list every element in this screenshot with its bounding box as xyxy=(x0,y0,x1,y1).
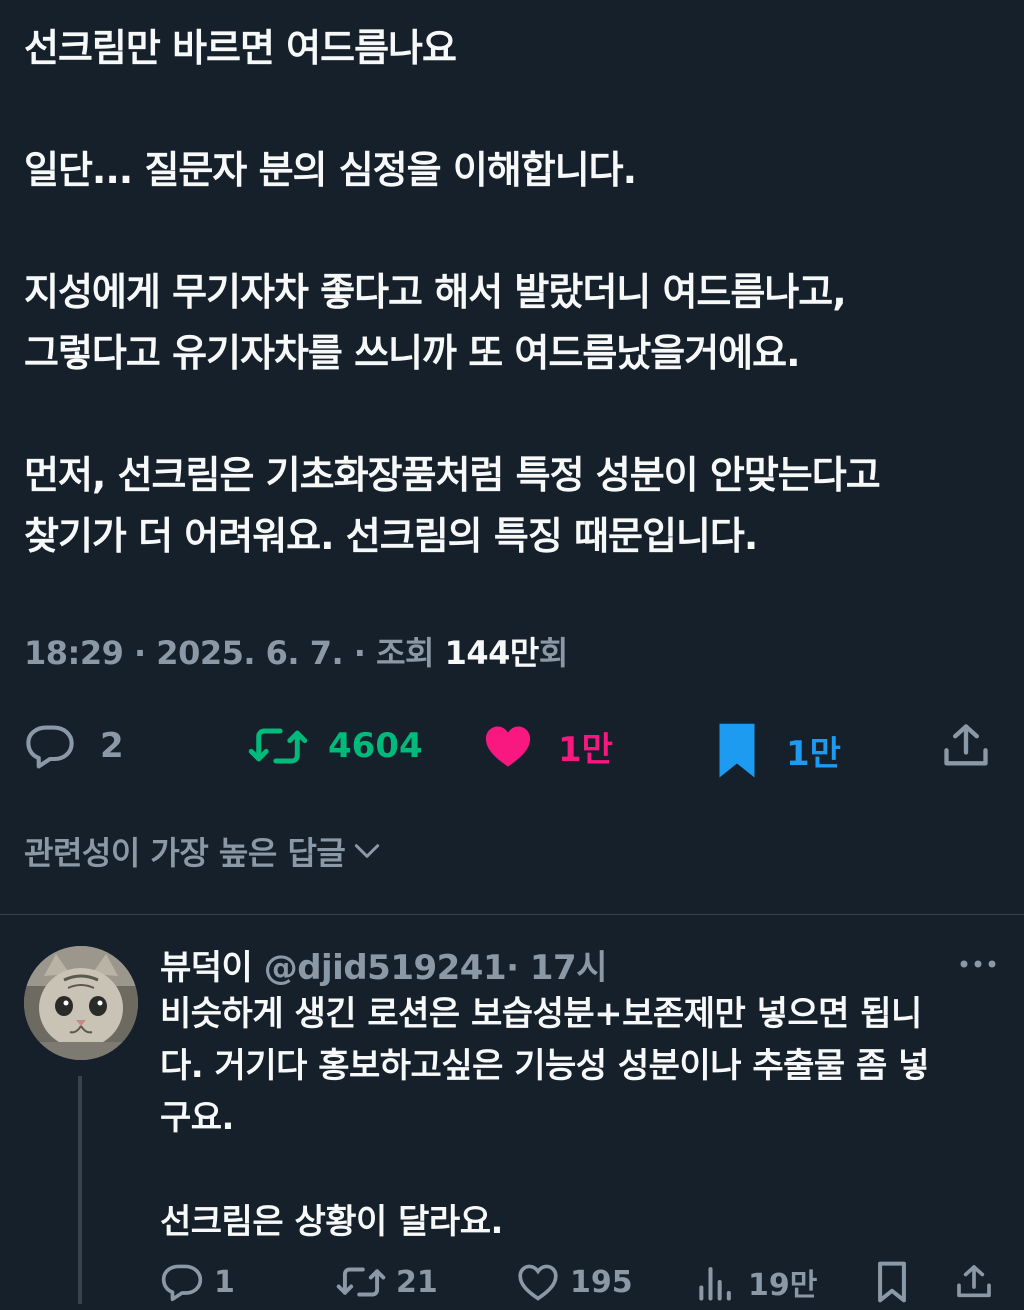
post-line: 먼저, 선크림은 기초화장품처럼 특정 성분이 안맞는다고 xyxy=(24,453,881,497)
reply-views-button[interactable]: 19만 xyxy=(694,1260,817,1304)
bookmark-button[interactable]: 1만 xyxy=(712,720,841,780)
share-button[interactable] xyxy=(940,720,992,772)
reply-action-bar: 1 21 195 19만 xyxy=(0,1260,1024,1310)
like-button[interactable]: 1만 xyxy=(482,720,613,772)
reply-reply-count: 1 xyxy=(214,1264,235,1300)
post-line: 선크림만 바르면 여드름나요 xyxy=(24,26,457,70)
reply-views-count: 19만 xyxy=(748,1268,818,1303)
post-action-bar: 2 4604 1만 1만 xyxy=(0,712,1024,782)
reply-button[interactable]: 2 xyxy=(24,720,124,772)
reply-header: 뷰덕이 @djid519241· 17시 xyxy=(160,940,607,989)
post-paragraph: 일단... 질문자 분의 심정을 이해합니다. xyxy=(24,140,1004,201)
chevron-down-icon xyxy=(355,844,380,858)
reply-retweet-button[interactable]: 21 xyxy=(336,1260,438,1304)
reply-retweet-count: 21 xyxy=(396,1264,438,1300)
reply-share-button[interactable] xyxy=(954,1260,994,1304)
post-paragraph: 먼저, 선크림은 기초화장품처럼 특정 성분이 안맞는다고 찾기가 더 어려워요… xyxy=(24,445,1004,567)
reply-line: 구요. xyxy=(160,1098,234,1138)
reply-count: 2 xyxy=(100,726,124,766)
cat-avatar-image xyxy=(24,946,138,1060)
reply-like-button[interactable]: 195 xyxy=(516,1260,633,1304)
post-timestamp[interactable]: 18:29 · 2025. 6. 7. · 조회 xyxy=(24,634,445,672)
avatar[interactable] xyxy=(24,946,138,1060)
view-suffix: 회 xyxy=(538,634,568,672)
reply-body: 비슷하게 생긴 로션은 보습성분+보존제만 넣으면 됩니 다. 거기다 홍보하고… xyxy=(160,988,990,1248)
reply-bookmark-button[interactable] xyxy=(872,1260,912,1304)
reply-sort-selector[interactable]: 관련성이 가장 높은 답글 xyxy=(24,828,383,874)
post-line: 일단... 질문자 분의 심정을 이해합니다. xyxy=(24,148,637,192)
bookmark-outline-icon xyxy=(878,1261,906,1303)
reply-line: 비슷하게 생긴 로션은 보습성분+보존제만 넣으면 됩니 xyxy=(160,994,922,1034)
reply-like-count: 195 xyxy=(570,1264,633,1300)
reply-time[interactable]: · 17시 xyxy=(506,948,607,988)
share-icon xyxy=(957,1265,991,1298)
heart-outline-icon xyxy=(518,1264,558,1301)
retweet-button[interactable]: 4604 xyxy=(248,720,423,772)
reply-icon xyxy=(161,1264,203,1302)
divider xyxy=(0,914,1024,915)
bookmark-icon xyxy=(719,723,755,778)
reply-display-name[interactable]: 뷰덕이 xyxy=(160,948,253,988)
post-line: 찾기가 더 어려워요. 선크림의 특징 때문입니다. xyxy=(24,514,758,558)
view-count: 144만 xyxy=(444,634,540,672)
reply-reply-button[interactable]: 1 xyxy=(160,1260,235,1304)
reply-line: 다. 거기다 홍보하고싶은 기능성 성분이나 추출물 좀 넣 xyxy=(160,1046,929,1086)
post-meta: 18:29 · 2025. 6. 7. · 조회 144만회 xyxy=(24,628,568,674)
bookmark-count: 1만 xyxy=(786,733,841,774)
retweet-count: 4604 xyxy=(328,726,423,766)
analytics-icon xyxy=(699,1267,731,1301)
retweet-icon xyxy=(336,1267,386,1297)
reply-handle[interactable]: @djid519241 xyxy=(264,948,507,988)
post-line: 지성에게 무기자차 좋다고 해서 발랐더니 여드름나고, xyxy=(24,270,847,314)
sort-label: 관련성이 가장 높은 답글 xyxy=(24,834,346,872)
post-line: 그렇다고 유기자차를 쓰니까 또 여드름났을거에요. xyxy=(24,331,801,375)
post-body: 선크림만 바르면 여드름나요 일단... 질문자 분의 심정을 이해합니다. 지… xyxy=(24,18,1004,567)
post-paragraph: 지성에게 무기자차 좋다고 해서 발랐더니 여드름나고, 그렇다고 유기자차를 … xyxy=(24,262,1004,384)
reply-line: 선크림은 상황이 달라요. xyxy=(160,1202,503,1242)
more-options-icon[interactable] xyxy=(956,950,1000,978)
post-paragraph: 선크림만 바르면 여드름나요 xyxy=(24,18,1004,79)
retweet-icon xyxy=(248,728,308,764)
heart-icon xyxy=(485,726,531,767)
share-icon xyxy=(944,724,988,766)
like-count: 1만 xyxy=(558,729,613,770)
reply-icon xyxy=(26,725,74,769)
